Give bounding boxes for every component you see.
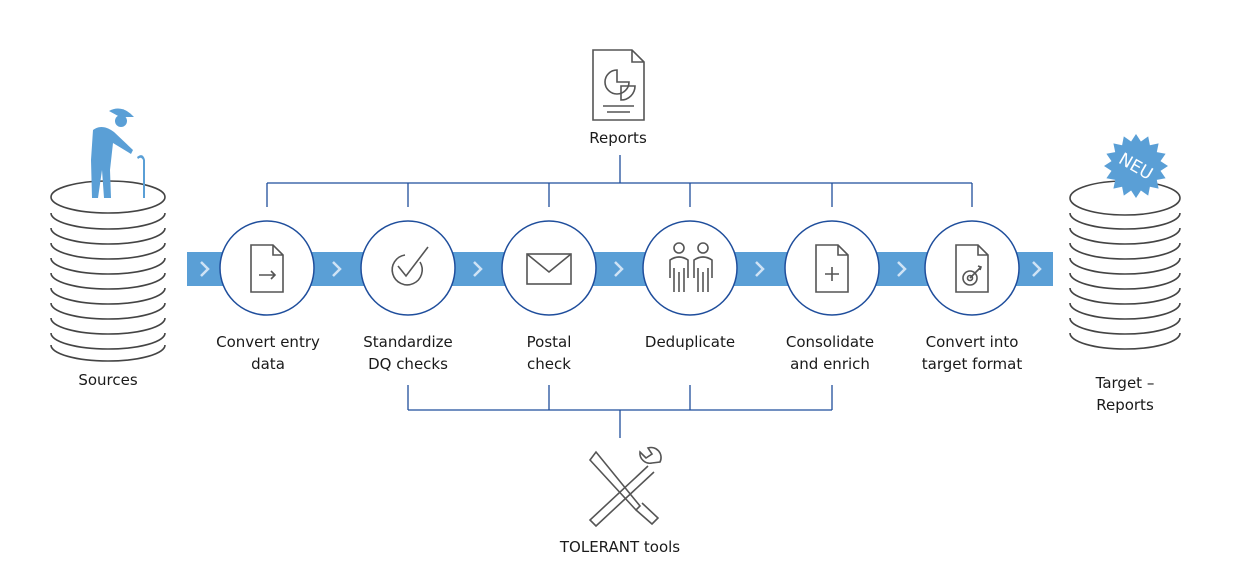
sources-database-icon [50, 180, 166, 362]
step-label-line1: Consolidate [786, 333, 874, 351]
step-label-line2: and enrich [790, 355, 870, 373]
step-label-line2: check [527, 355, 571, 373]
step-circle-convert-target [924, 220, 1020, 316]
target-label-line2: Reports [1096, 396, 1154, 414]
step-circle-standardize [360, 220, 456, 316]
step-circle-convert-entry [219, 220, 315, 316]
tools-bracket [407, 385, 833, 438]
step-label-line2: DQ checks [368, 355, 448, 373]
step-label-line1: Standardize [363, 333, 453, 351]
step-circle-postal [501, 220, 597, 316]
process-band [187, 252, 1053, 286]
reports-label: Reports [589, 129, 647, 147]
tools-label: TOLERANT tools [559, 538, 680, 556]
tools-icon [588, 446, 662, 528]
step-label-line1: Deduplicate [645, 333, 735, 351]
report-document-icon [592, 49, 645, 121]
reports-bracket [266, 155, 973, 207]
step-label-line2: data [251, 355, 285, 373]
step-label-line2: target format [922, 355, 1023, 373]
step-label-line1: Postal [527, 333, 572, 351]
target-label-line1: Target – [1095, 374, 1155, 392]
step-label-line1: Convert into [926, 333, 1019, 351]
sources-label: Sources [78, 371, 138, 389]
new-badge: NEU [1104, 134, 1168, 198]
process-diagram: Convert entry data Standardize DQ checks… [50, 49, 1181, 556]
target-database-icon [1069, 180, 1181, 350]
step-label-line1: Convert entry [216, 333, 320, 351]
step-circle-deduplicate [642, 220, 738, 316]
